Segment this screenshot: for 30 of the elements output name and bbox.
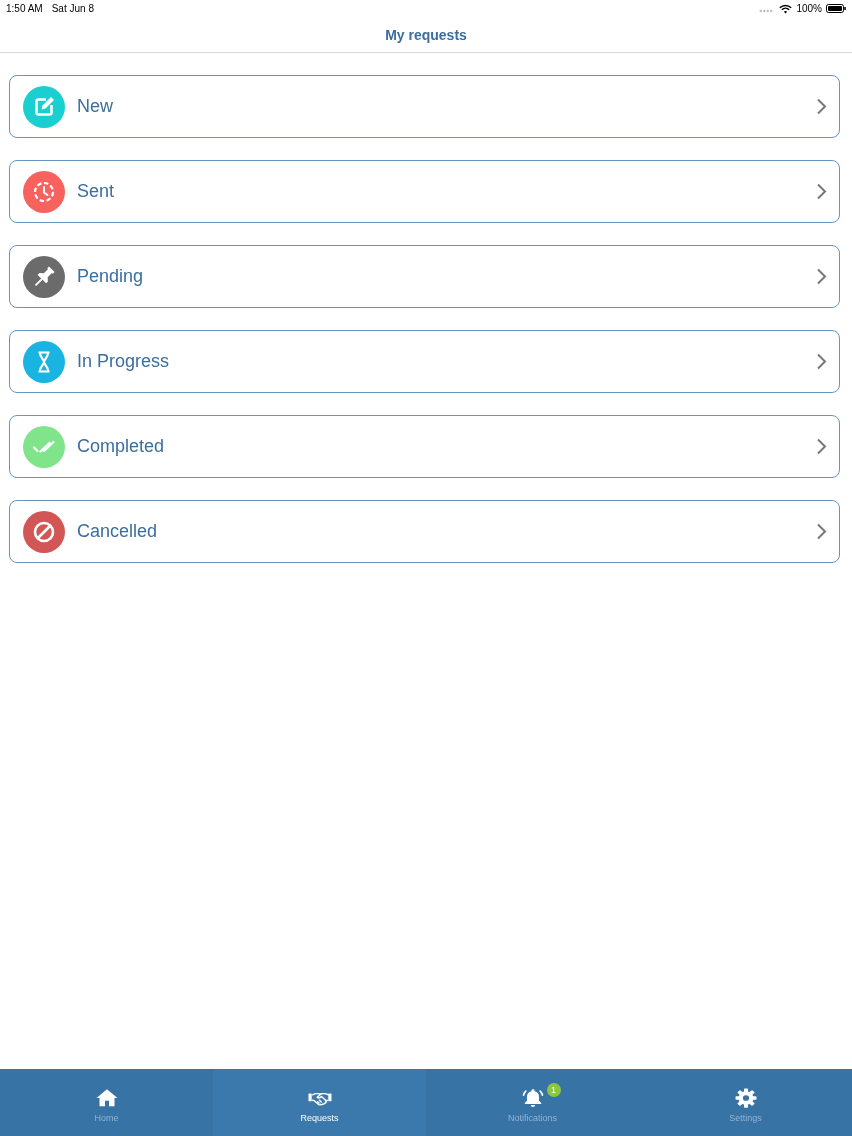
hourglass-icon	[23, 340, 65, 383]
status-time: 1:50 AM	[6, 3, 43, 14]
request-category-button[interactable]: New	[9, 75, 840, 138]
wifi-icon	[779, 3, 793, 14]
tab-button[interactable]: Requests	[213, 1069, 426, 1136]
request-category-button[interactable]: Sent	[9, 160, 840, 223]
chevron-right-icon	[816, 98, 827, 115]
chevron-right-icon	[816, 523, 827, 540]
request-category-button[interactable]: Completed	[9, 415, 840, 478]
chevron-right-icon	[816, 268, 827, 285]
clock-icon	[23, 170, 65, 213]
chevron-right-icon	[816, 183, 827, 200]
bell-icon	[520, 1087, 545, 1109]
request-category-button[interactable]: Cancelled	[9, 500, 840, 563]
signal-dots-icon	[759, 8, 774, 13]
page-title: My requests	[385, 26, 467, 43]
battery-icon	[826, 4, 846, 13]
settings-icon	[733, 1087, 758, 1109]
status-date: Sat Jun 8	[51, 3, 94, 14]
request-category-button[interactable]: In Progress	[9, 330, 840, 393]
pushpin-icon	[23, 255, 65, 298]
chevron-right-icon	[816, 353, 827, 370]
double-check-icon	[23, 425, 65, 468]
ban-icon	[23, 510, 65, 553]
battery-percentage: 100%	[796, 3, 822, 14]
chevron-right-icon	[816, 438, 827, 455]
home-icon	[94, 1087, 119, 1109]
edit-icon	[23, 85, 65, 128]
notification-count-badge: 1	[546, 1083, 561, 1097]
request-category-button[interactable]: Pending	[9, 245, 840, 308]
